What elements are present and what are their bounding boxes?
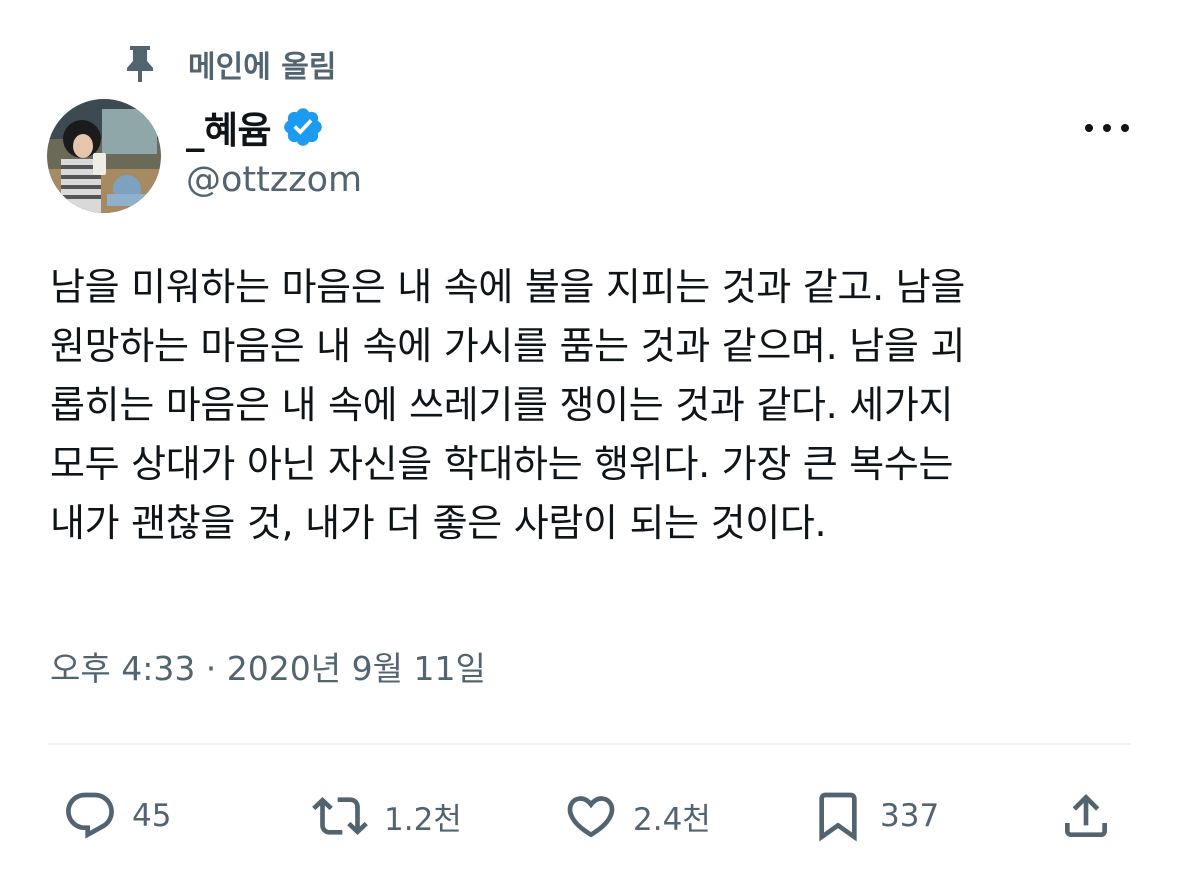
share-button[interactable] (1058, 783, 1114, 849)
reply-count: 45 (132, 798, 172, 834)
display-name[interactable]: _혜윰 (186, 100, 272, 154)
like-count: 2.4천 (633, 801, 711, 838)
tweet-text-line: 내가 괜찮을 것, 내가 더 좋은 사람이 되는 것이다. (50, 501, 827, 545)
tweet-text-line: 모두 상대가 아닌 자신을 학대하는 행위다. 가장 큰 복수는 (50, 442, 954, 486)
avatar[interactable] (47, 99, 161, 213)
author-handle[interactable]: @ottzzom (186, 160, 362, 200)
bookmark-count: 337 (880, 798, 940, 834)
bookmark-button[interactable]: 337 (810, 783, 939, 849)
retweet-button[interactable]: 1.2천 (310, 783, 462, 849)
verified-badge-icon (284, 108, 322, 146)
bookmark-icon (819, 792, 857, 842)
reply-icon (66, 792, 114, 839)
tweet-text-line: 롭히는 마음은 내 속에 쓰레기를 쟁이는 것과 같다. 세가지 (50, 383, 954, 427)
pinned-label: 메인에 올림 (188, 50, 337, 85)
tweet-text-line: 남을 미워하는 마음은 내 속에 불을 지피는 것과 같고. 남을 (50, 265, 965, 309)
retweet-count: 1.2천 (384, 801, 462, 838)
retweet-icon (312, 797, 368, 835)
pin-icon (127, 46, 153, 82)
divider (48, 743, 1131, 745)
like-button[interactable]: 2.4천 (563, 783, 711, 849)
pinned-indicator: 메인에 올림 (122, 40, 336, 88)
tweet-text: 남을 미워하는 마음은 내 속에 불을 지피는 것과 같고. 남을 원망하는 마… (50, 258, 1140, 553)
share-icon (1065, 794, 1107, 837)
action-bar: 45 1.2천 2.4천 337 (0, 783, 1179, 849)
author-name-row[interactable]: _혜윰 (186, 101, 325, 153)
reply-button[interactable]: 45 (62, 783, 171, 849)
more-options-button[interactable] (1085, 113, 1129, 143)
tweet-text-line: 원망하는 마음은 내 속에 가시를 품는 것과 같으며. 남을 괴 (50, 324, 965, 368)
more-horizontal-icon (1085, 124, 1093, 132)
heart-icon (567, 796, 615, 838)
tweet-timestamp[interactable]: 오후 4:33 · 2020년 9월 11일 (50, 642, 486, 690)
